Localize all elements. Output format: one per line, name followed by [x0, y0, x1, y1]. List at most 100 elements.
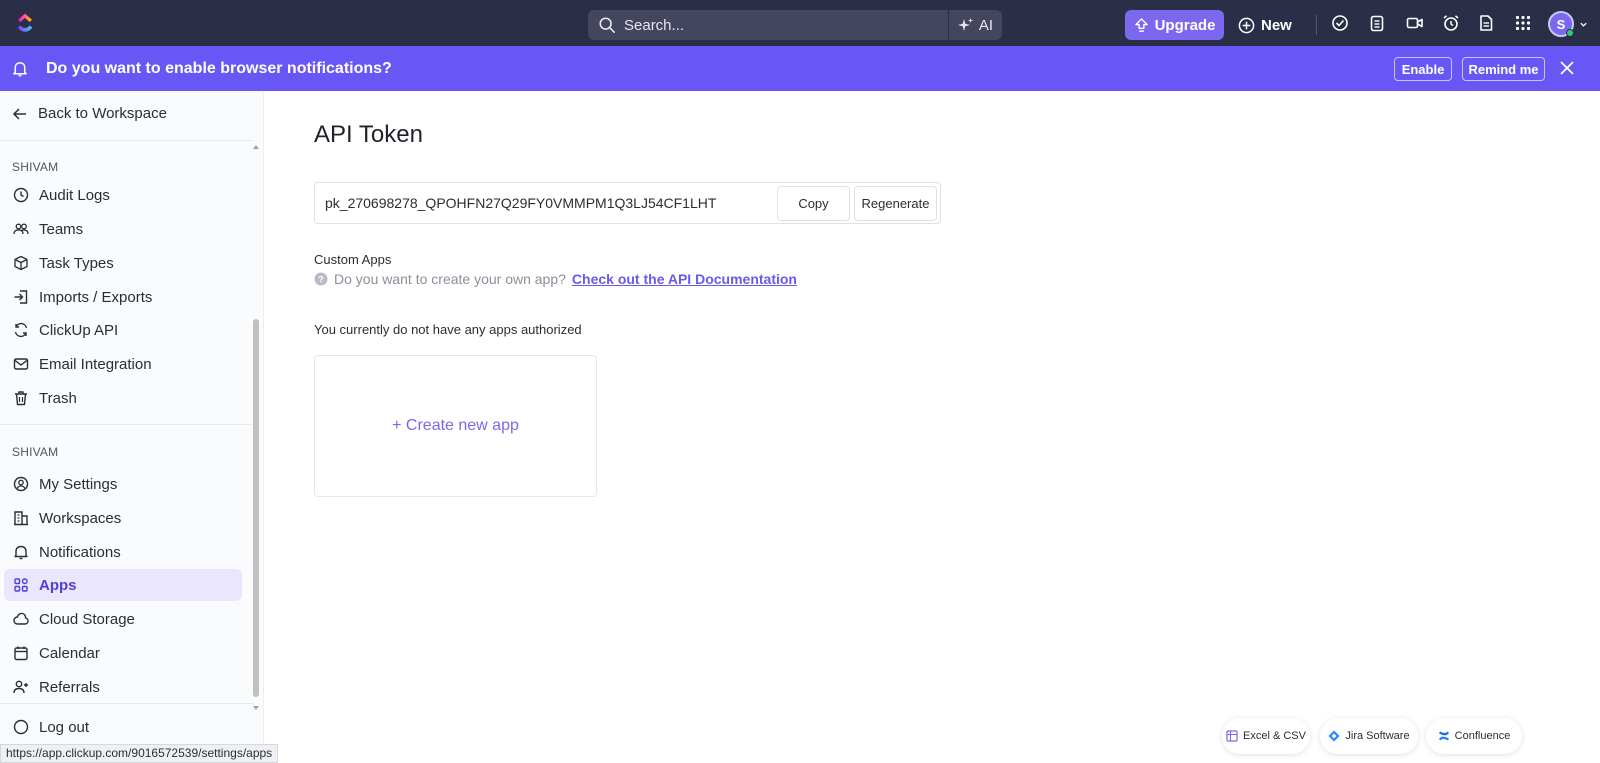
custom-apps-help: ? Do you want to create your own app? Ch…: [314, 271, 797, 287]
trash-icon: [15, 391, 27, 406]
ai-label: AI: [978, 16, 994, 34]
settings-sidebar: Back to Workspace SHIVAM Audit Logs Team…: [0, 91, 264, 763]
ai-button[interactable]: AI: [948, 10, 1002, 40]
arrow-left-icon: [12, 107, 26, 120]
user-circle-icon: [13, 476, 29, 492]
sidebar-item-cloud-storage[interactable]: Cloud Storage: [4, 603, 242, 635]
teams-icon: [13, 223, 29, 235]
back-label: Back to Workspace: [38, 105, 167, 122]
sidebar-item-task-types[interactable]: Task Types: [4, 247, 242, 279]
calendar-icon: [14, 646, 28, 661]
divider: [0, 703, 254, 704]
sidebar-item-label: Task Types: [39, 254, 114, 272]
section-heading-shivam: SHIVAM: [12, 160, 59, 174]
sidebar-scrollbar[interactable]: [253, 319, 259, 697]
search-icon: [599, 17, 616, 34]
excel-csv-label: Excel & CSV: [1243, 730, 1306, 742]
sidebar-item-my-settings[interactable]: My Settings: [4, 468, 242, 500]
divider: [0, 140, 254, 141]
back-to-workspace-link[interactable]: Back to Workspace: [12, 105, 167, 122]
sidebar-item-label: My Settings: [39, 475, 118, 493]
sidebar-item-referrals[interactable]: Referrals: [4, 671, 242, 703]
help-icon: ?: [314, 272, 328, 286]
online-status-dot: [1566, 29, 1574, 37]
sidebar-item-imports-exports[interactable]: Imports / Exports: [4, 281, 242, 313]
clickup-logo[interactable]: [14, 12, 36, 34]
sidebar-item-label: Referrals: [39, 678, 100, 696]
sidebar-item-label: Cloud Storage: [39, 610, 135, 628]
excel-csv-import-button[interactable]: Excel & CSV: [1222, 718, 1310, 754]
upgrade-button[interactable]: Upgrade: [1125, 10, 1224, 40]
plus-circle-icon: [1238, 17, 1255, 33]
sidebar-item-label: Imports / Exports: [39, 288, 153, 306]
jira-import-button[interactable]: Jira Software: [1320, 718, 1418, 754]
apps-icon: [14, 578, 28, 592]
check-circle-icon[interactable]: [1331, 14, 1349, 32]
alarm-clock-icon[interactable]: [1442, 14, 1460, 32]
scroll-up-arrow-icon[interactable]: [253, 144, 259, 150]
cube-icon: [14, 255, 28, 271]
user-plus-icon: [13, 680, 28, 694]
top-bar: Search... AI Upgrade New S: [0, 0, 1600, 46]
upgrade-icon: [1134, 17, 1148, 32]
search-placeholder: Search...: [624, 16, 685, 34]
sidebar-item-trash[interactable]: Trash: [4, 382, 242, 414]
confluence-label: Confluence: [1454, 730, 1511, 742]
regenerate-button[interactable]: Regenerate: [854, 186, 937, 221]
new-button[interactable]: New: [1238, 10, 1292, 40]
sidebar-item-label: Apps: [39, 576, 77, 594]
sidebar-item-log-out[interactable]: Log out: [4, 711, 242, 743]
sidebar-item-audit-logs[interactable]: Audit Logs: [4, 179, 242, 211]
clipboard-icon[interactable]: [1368, 14, 1386, 32]
search-bar[interactable]: Search... AI: [588, 10, 1002, 40]
create-new-app-label: + Create new app: [392, 417, 519, 434]
close-icon[interactable]: [1558, 59, 1576, 77]
chevron-down-icon[interactable]: [1579, 20, 1588, 29]
video-icon[interactable]: [1406, 14, 1424, 32]
enable-notifications-button[interactable]: Enable: [1394, 57, 1452, 81]
jira-label: Jira Software: [1345, 730, 1410, 742]
confluence-import-button[interactable]: Confluence: [1426, 718, 1522, 754]
audit-log-icon: [13, 187, 29, 203]
sidebar-item-label: Teams: [39, 220, 84, 238]
sidebar-item-label: Email Integration: [39, 355, 152, 373]
sidebar-item-label: Notifications: [39, 543, 121, 561]
svg-text:?: ?: [318, 275, 324, 285]
sidebar-item-label: Audit Logs: [39, 186, 110, 204]
sidebar-item-label: Log out: [39, 718, 90, 736]
logout-icon: [13, 719, 29, 735]
page-title: API Token: [314, 121, 423, 148]
sidebar-item-email-integration[interactable]: Email Integration: [4, 348, 242, 380]
confluence-icon: [1438, 731, 1449, 741]
spreadsheet-icon: [1226, 730, 1238, 742]
apps-grid-icon[interactable]: [1514, 14, 1532, 32]
bell-icon: [13, 62, 27, 77]
jira-icon: [1328, 730, 1340, 742]
sync-icon: [14, 322, 28, 338]
document-icon[interactable]: [1477, 14, 1495, 32]
sidebar-item-workspaces[interactable]: Workspaces: [4, 502, 242, 534]
sidebar-item-teams[interactable]: Teams: [4, 213, 242, 245]
upgrade-label: Upgrade: [1154, 16, 1216, 34]
scroll-down-arrow-icon[interactable]: [253, 705, 259, 711]
sidebar-item-notifications[interactable]: Notifications: [4, 536, 242, 568]
import-icon: [14, 290, 28, 304]
remind-me-button[interactable]: Remind me: [1462, 57, 1545, 81]
sidebar-item-label: Workspaces: [39, 509, 122, 527]
sidebar-item-label: Calendar: [39, 644, 100, 662]
sidebar-item-clickup-api[interactable]: ClickUp API: [4, 314, 242, 346]
custom-apps-label: Custom Apps: [314, 252, 392, 267]
api-token-value[interactable]: pk_270698278_QPOHFN27Q29FY0VMMPM1Q3LJ54C…: [325, 195, 716, 211]
mail-icon: [13, 358, 29, 370]
no-apps-message: You currently do not have any apps autho…: [314, 322, 582, 337]
notification-text: Do you want to enable browser notificati…: [46, 60, 392, 77]
api-documentation-link[interactable]: Check out the API Documentation: [572, 271, 797, 287]
cloud-icon: [13, 612, 29, 625]
api-token-field: pk_270698278_QPOHFN27Q29FY0VMMPM1Q3LJ54C…: [314, 182, 941, 224]
sidebar-item-apps[interactable]: Apps: [4, 569, 242, 601]
create-new-app-card[interactable]: + Create new app: [314, 355, 597, 497]
copy-button[interactable]: Copy: [777, 186, 850, 221]
sidebar-item-calendar[interactable]: Calendar: [4, 637, 242, 669]
sidebar-item-label: ClickUp API: [39, 321, 119, 339]
notification-banner: Do you want to enable browser notificati…: [0, 46, 1600, 91]
